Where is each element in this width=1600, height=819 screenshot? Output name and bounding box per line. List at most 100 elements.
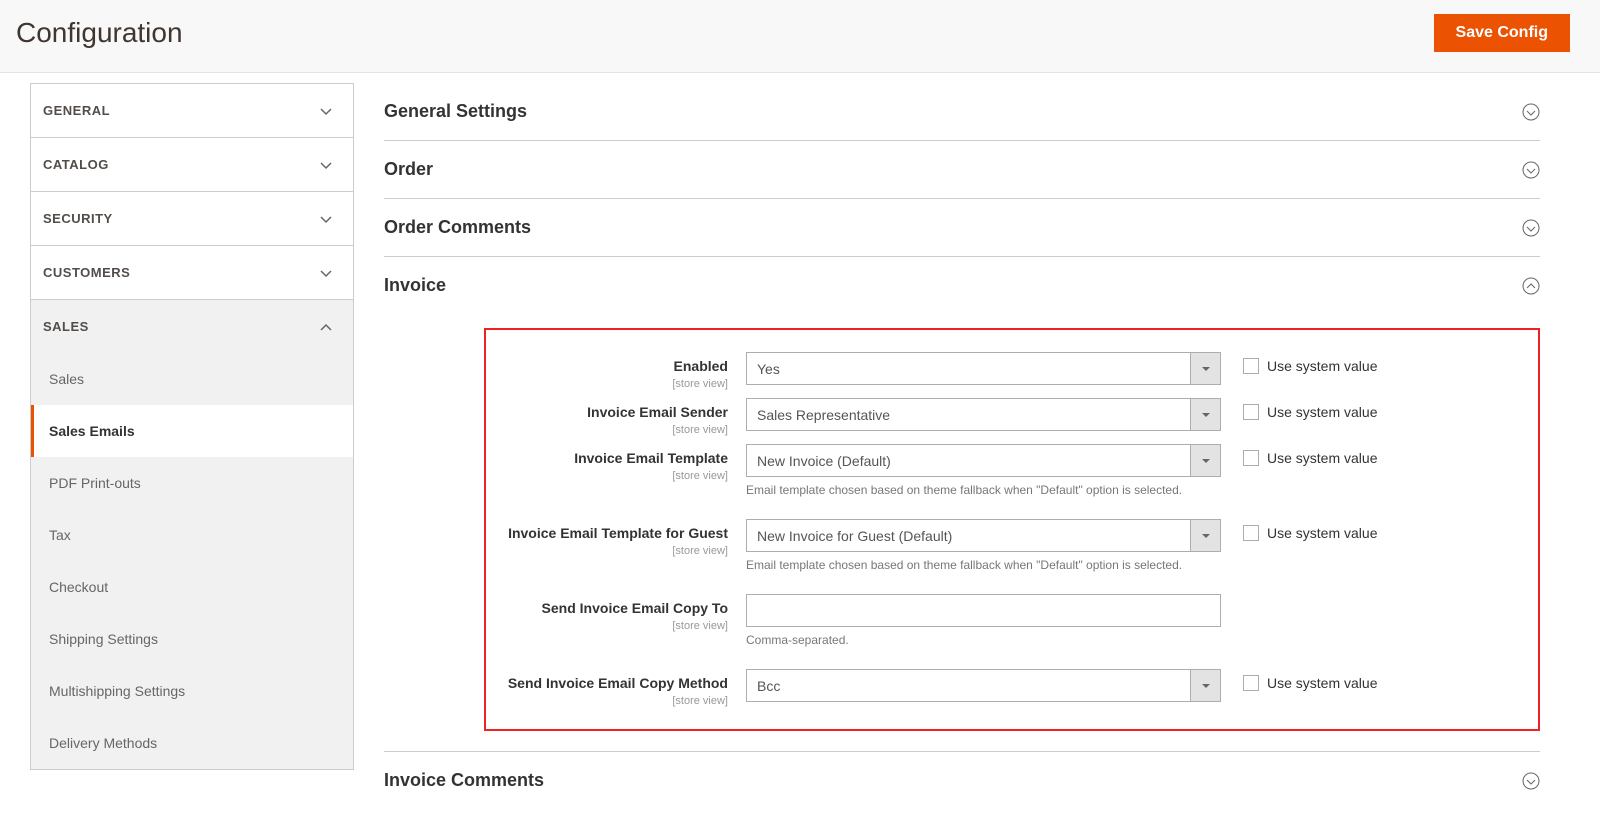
field-template: Invoice Email Template [store view] New … (486, 444, 1514, 511)
field-sender: Invoice Email Sender [store view] Sales … (486, 398, 1514, 436)
nav-section-catalog[interactable]: Catalog (31, 138, 353, 192)
use-system-checkbox[interactable] (1243, 675, 1259, 691)
group-order-comments[interactable]: Order Comments (384, 199, 1540, 257)
subnav-delivery[interactable]: Delivery Methods (31, 717, 353, 769)
field-control: New Invoice (Default) Email template cho… (746, 444, 1221, 511)
use-system-label: Use system value (1267, 404, 1377, 420)
field-copy-method: Send Invoice Email Copy Method [store vi… (486, 669, 1514, 707)
expand-icon (1522, 772, 1540, 790)
subnav-tax[interactable]: Tax (31, 509, 353, 561)
field-label: Enabled (486, 358, 728, 374)
copy-method-select[interactable]: Bcc (746, 669, 1221, 702)
caret-down-icon (1190, 445, 1220, 476)
nav-section-customers[interactable]: Customers (31, 246, 353, 300)
field-scope: [store view] (672, 545, 728, 557)
collapse-icon (1522, 277, 1540, 295)
field-copy-to: Send Invoice Email Copy To [store view] … (486, 594, 1514, 661)
use-system-label: Use system value (1267, 525, 1377, 541)
field-control: Comma-separated. (746, 594, 1221, 661)
group-invoice-comments[interactable]: Invoice Comments (384, 751, 1540, 809)
caret-down-icon (1190, 520, 1220, 551)
group-general-settings[interactable]: General Settings (384, 83, 1540, 141)
chevron-down-icon (319, 212, 333, 226)
field-control: Sales Representative (746, 398, 1221, 431)
field-scope: [store view] (672, 620, 728, 632)
use-system-label: Use system value (1267, 675, 1377, 691)
use-system-col: Use system value (1221, 519, 1377, 541)
nav-section-label: Security (43, 211, 113, 226)
field-scope: [store view] (672, 378, 728, 390)
use-system-checkbox[interactable] (1243, 404, 1259, 420)
field-label-col: Enabled [store view] (486, 352, 746, 390)
field-label: Invoice Email Template for Guest (486, 525, 728, 541)
group-title: Order Comments (384, 217, 531, 238)
field-note: Email template chosen based on theme fal… (746, 558, 1221, 572)
expand-icon (1522, 219, 1540, 237)
page-header: Configuration Save Config (0, 0, 1600, 73)
field-scope: [store view] (672, 424, 728, 436)
select-value: New Invoice for Guest (Default) (747, 520, 1190, 551)
use-system-col (1221, 594, 1243, 600)
guest-template-select[interactable]: New Invoice for Guest (Default) (746, 519, 1221, 552)
nav-section-label: Customers (43, 265, 130, 280)
field-label: Invoice Email Sender (486, 404, 728, 420)
save-config-button[interactable]: Save Config (1434, 14, 1570, 52)
nav-section-label: Catalog (43, 157, 109, 172)
caret-down-icon (1190, 399, 1220, 430)
expand-icon (1522, 161, 1540, 179)
chevron-down-icon (319, 158, 333, 172)
use-system-checkbox[interactable] (1243, 450, 1259, 466)
field-label: Send Invoice Email Copy Method (486, 675, 728, 691)
subnav-pdf-printouts[interactable]: PDF Print-outs (31, 457, 353, 509)
field-label: Send Invoice Email Copy To (486, 600, 728, 616)
group-title: Invoice Comments (384, 770, 544, 791)
subnav-multishipping[interactable]: Multishipping Settings (31, 665, 353, 717)
field-control: New Invoice for Guest (Default) Email te… (746, 519, 1221, 586)
nav-section-label: Sales (43, 319, 89, 334)
chevron-down-icon (319, 104, 333, 118)
field-scope: [store view] (672, 695, 728, 707)
subnav-checkout[interactable]: Checkout (31, 561, 353, 613)
page-title: Configuration (16, 17, 183, 49)
field-label-col: Invoice Email Sender [store view] (486, 398, 746, 436)
subnav-sales-emails[interactable]: Sales Emails (31, 405, 353, 457)
use-system-col: Use system value (1221, 669, 1377, 691)
subnav-sales[interactable]: Sales (31, 353, 353, 405)
select-value: Sales Representative (747, 399, 1190, 430)
invoice-fields-highlight: Enabled [store view] Yes Use system valu… (484, 328, 1540, 731)
group-invoice[interactable]: Invoice (384, 257, 1540, 314)
field-control: Bcc (746, 669, 1221, 702)
select-value: Bcc (747, 670, 1190, 701)
field-label: Invoice Email Template (486, 450, 728, 466)
enabled-select[interactable]: Yes (746, 352, 1221, 385)
field-note: Comma-separated. (746, 633, 1221, 647)
nav-section-sales[interactable]: Sales (31, 300, 353, 353)
group-title: Invoice (384, 275, 446, 296)
nav-section-security[interactable]: Security (31, 192, 353, 246)
chevron-down-icon (319, 266, 333, 280)
field-enabled: Enabled [store view] Yes Use system valu… (486, 352, 1514, 390)
use-system-col: Use system value (1221, 398, 1377, 420)
use-system-label: Use system value (1267, 358, 1377, 374)
nav-section-general[interactable]: General (31, 84, 353, 138)
field-note: Email template chosen based on theme fal… (746, 483, 1221, 497)
template-select[interactable]: New Invoice (Default) (746, 444, 1221, 477)
caret-down-icon (1190, 670, 1220, 701)
use-system-checkbox[interactable] (1243, 358, 1259, 374)
subnav-shipping[interactable]: Shipping Settings (31, 613, 353, 665)
nav-subnav-sales: Sales Sales Emails PDF Print-outs Tax Ch… (31, 353, 353, 769)
select-value: New Invoice (Default) (747, 445, 1190, 476)
field-control: Yes (746, 352, 1221, 385)
chevron-up-icon (319, 320, 333, 334)
group-order[interactable]: Order (384, 141, 1540, 199)
sender-select[interactable]: Sales Representative (746, 398, 1221, 431)
main-content: General Settings Order Order Comments In… (354, 83, 1600, 809)
caret-down-icon (1190, 353, 1220, 384)
use-system-checkbox[interactable] (1243, 525, 1259, 541)
copy-to-input[interactable] (746, 594, 1221, 627)
field-label-col: Invoice Email Template for Guest [store … (486, 519, 746, 557)
use-system-col: Use system value (1221, 352, 1377, 374)
config-sidebar: General Catalog Security Customers (0, 83, 354, 809)
field-scope: [store view] (672, 470, 728, 482)
use-system-label: Use system value (1267, 450, 1377, 466)
